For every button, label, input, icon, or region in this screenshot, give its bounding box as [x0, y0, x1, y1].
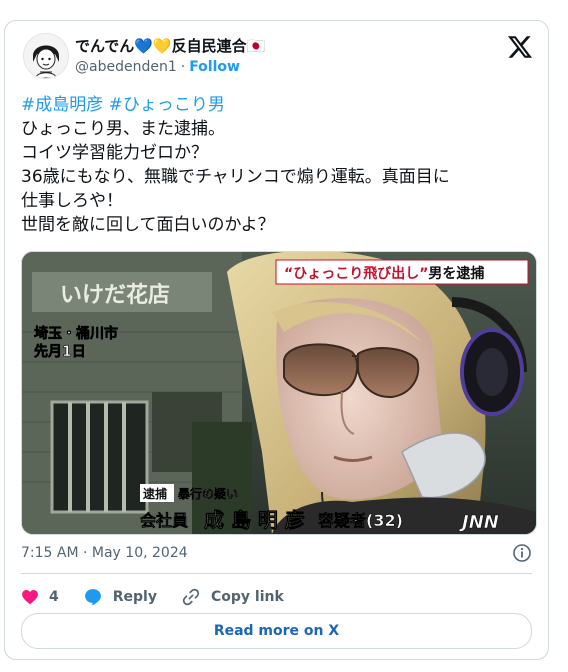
like-count: 4	[49, 589, 59, 605]
action-bar: 4 Reply Copy link	[21, 583, 308, 611]
tweet-card: でんでん💙💛反自民連合🇯🇵 @abedenden1 · Follow #成島明彦 #…	[4, 20, 549, 660]
reply-button[interactable]: Reply	[83, 587, 157, 607]
tweet-text: #成島明彦 #ひょっこり男 ひょっこり男、また逮捕。 コイツ学習能力ゼロか？ 3…	[21, 93, 536, 237]
divider	[21, 573, 532, 574]
hashtag-link[interactable]: #成島明彦	[21, 95, 103, 115]
occupation-caption: 会社員	[140, 511, 188, 530]
network-logo: JNN	[459, 512, 499, 533]
location-caption: 埼玉・桶川市	[34, 325, 118, 342]
avatar[interactable]	[23, 33, 69, 79]
like-button[interactable]: 4	[21, 588, 59, 606]
hashtag-link[interactable]: #ひょっこり男	[109, 95, 225, 115]
tweet-line: ひょっこり男、また逮捕。	[21, 119, 225, 139]
read-more-button[interactable]: Read more on X	[21, 613, 532, 649]
author-display-name[interactable]: でんでん💙💛反自民連合🇯🇵	[75, 35, 265, 56]
heart-icon	[22, 589, 38, 605]
tweet-line: コイツ学習能力ゼロか？	[21, 143, 208, 163]
shop-sign: いけだ花店	[60, 282, 170, 308]
x-logo-icon[interactable]	[508, 35, 532, 59]
tweet-line: 36歳にもなり、無職でチャリンコで煽り運転。真面目に	[21, 167, 450, 187]
author-handle[interactable]: @abedenden1	[75, 59, 177, 75]
headline-rest: 男を逮捕	[428, 265, 484, 282]
copy-link-button[interactable]: Copy link	[181, 587, 284, 607]
tweet-line: 仕事しろや！	[21, 191, 123, 211]
follow-button[interactable]: Follow	[189, 59, 240, 75]
info-icon[interactable]	[512, 543, 532, 563]
charge-caption: 暴行の疑い	[177, 486, 238, 501]
reply-bubble-icon	[84, 589, 101, 606]
suspect-name-caption: 成 島 明 彦	[204, 508, 305, 532]
headline-quote: “ひょっこり飛び出し”	[284, 265, 428, 282]
suspect-suffix-caption: 容疑者(32)	[317, 511, 403, 530]
tweet-timestamp[interactable]: 7:15 AM · May 10, 2024	[21, 545, 188, 561]
date-caption: 先月1日	[34, 343, 86, 360]
arrest-badge: 逮捕	[143, 486, 167, 501]
copy-link-label: Copy link	[210, 589, 284, 605]
media-image[interactable]: いけだ花店 埼玉・桶川市 先月1日 “ひょっこり飛び出し”男を逮捕 逮捕 暴行の…	[21, 251, 537, 535]
tweet-line: 世間を敵に回して面白いのかよ？	[21, 215, 275, 235]
reply-label: Reply	[112, 589, 157, 605]
author-handle-row: @abedenden1 · Follow	[75, 59, 240, 75]
headline-banner: “ひょっこり飛び出し”男を逮捕	[284, 265, 484, 282]
hashtag-line: #成島明彦 #ひょっこり男	[21, 93, 536, 117]
link-icon	[182, 588, 200, 606]
separator-dot: ·	[180, 59, 186, 75]
